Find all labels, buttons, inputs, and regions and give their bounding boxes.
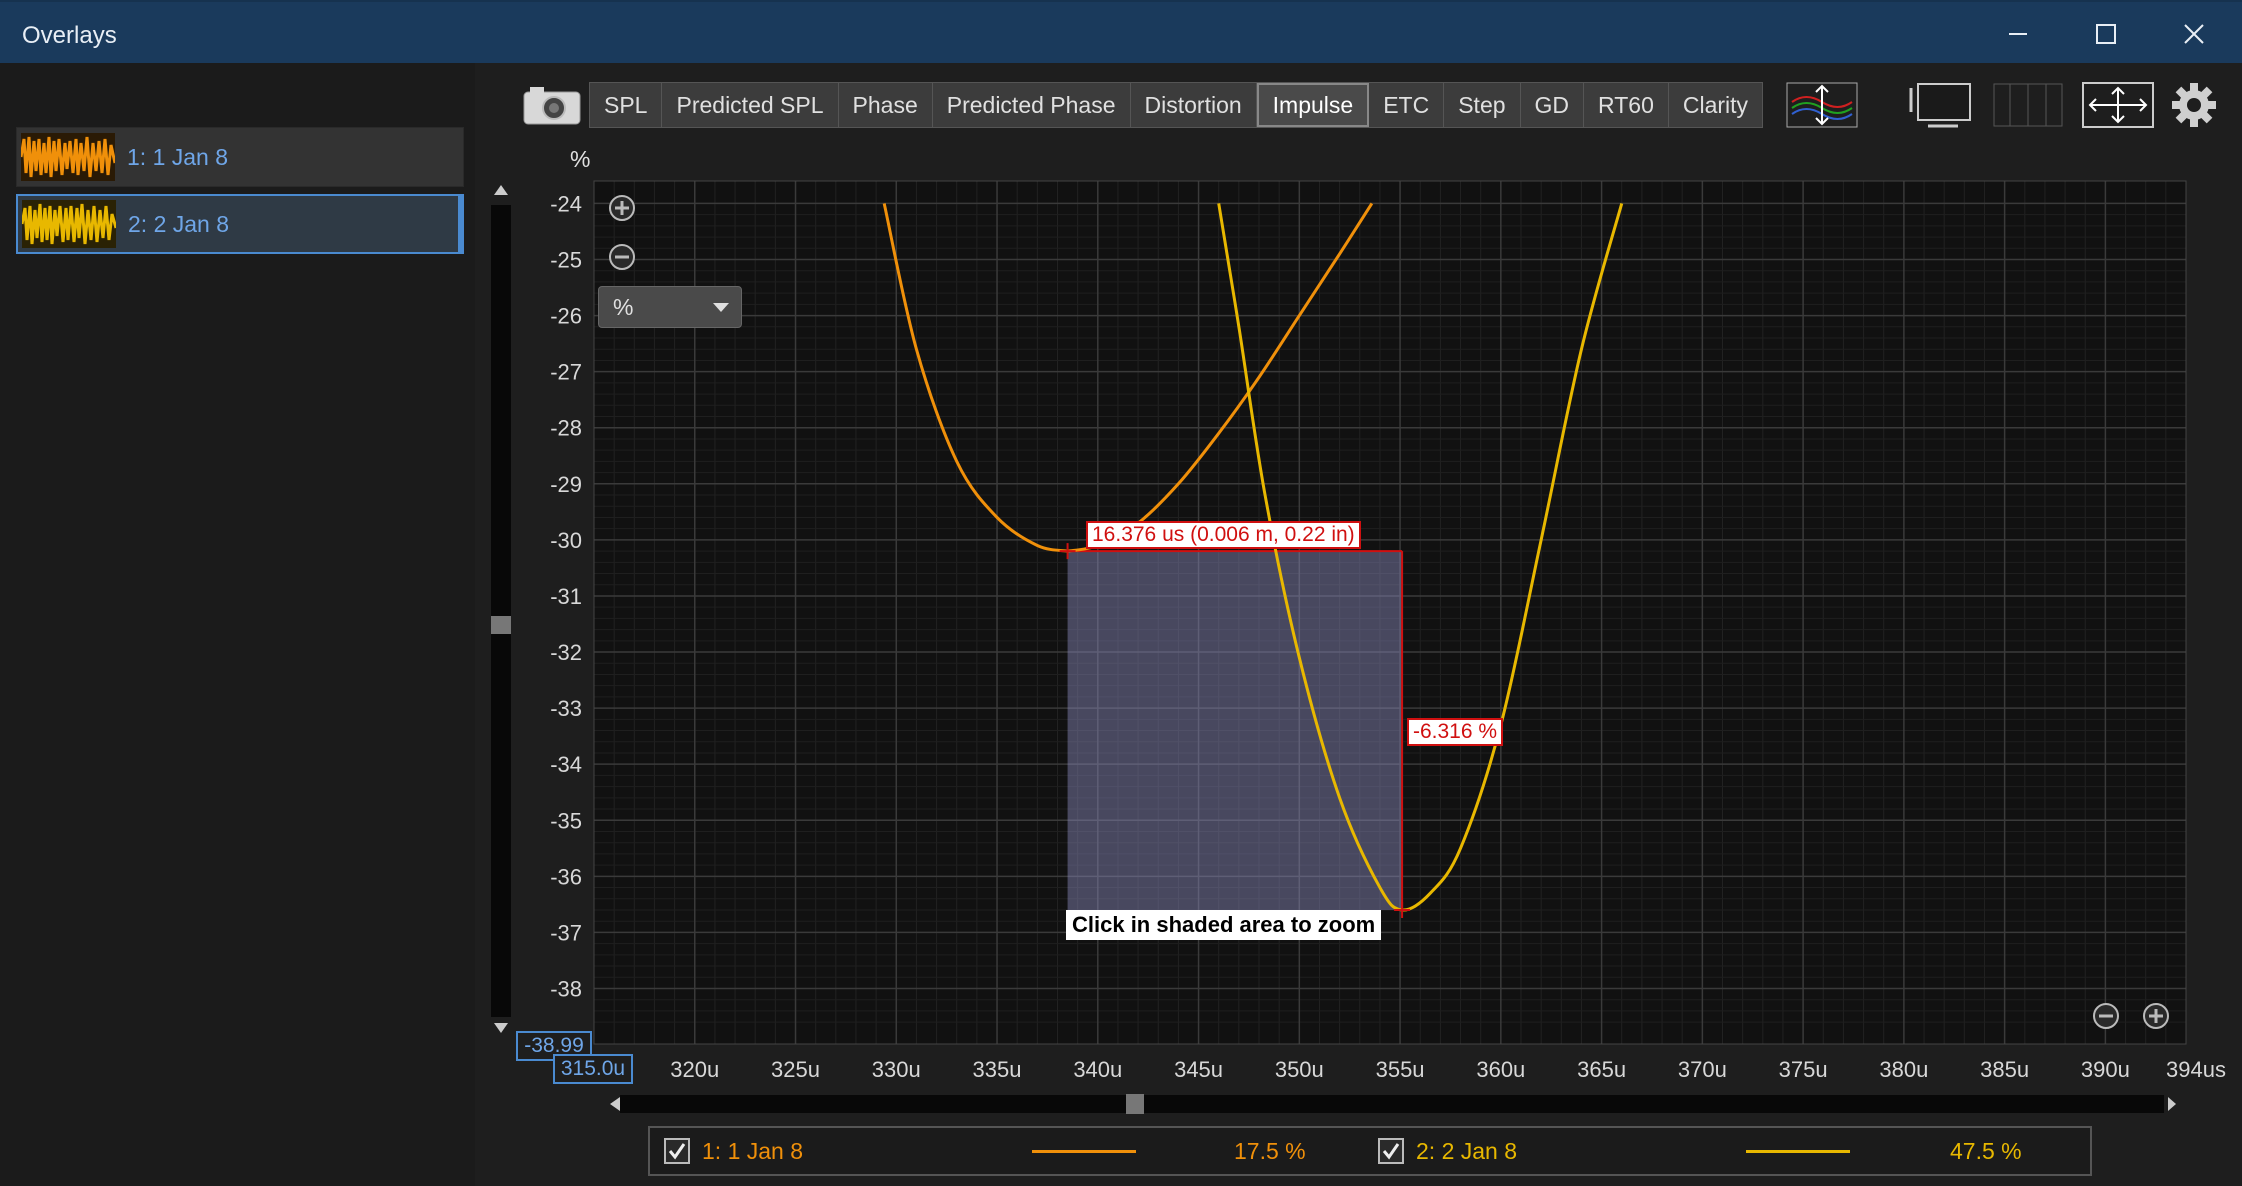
legend-value: 17.5 % (1234, 1137, 1306, 1164)
checkmark-icon (668, 1143, 686, 1160)
y-tick-label: -35 (550, 808, 582, 833)
legend-item-1: 1: 1 Jan 8 (664, 1128, 803, 1174)
x-tick-label: 375u (1779, 1057, 1828, 1082)
y-unit-dropdown[interactable]: % (598, 286, 742, 328)
x-tick-label: 385u (1980, 1057, 2029, 1082)
horizontal-scroll-thumb[interactable] (1126, 1094, 1144, 1114)
impulse-chart[interactable]: -24 -25 -26 -27 -28 -29 -30 -31 -32 -33 -34 -35 -36 -… (0, 0, 2242, 1186)
y-tick-label: -37 (550, 920, 582, 945)
marker-dy-readout: -6.316 % (1407, 718, 1504, 746)
horizontal-scrollbar[interactable] (598, 1092, 2188, 1116)
zoom-selection-area[interactable] (1067, 551, 1403, 910)
checkmark-icon (1382, 1143, 1400, 1160)
scroll-left-arrow-icon[interactable] (610, 1097, 620, 1111)
x-tick-label: 365u (1577, 1057, 1626, 1082)
chart-area: -24 -25 -26 -27 -28 -29 -30 -31 -32 -33 -34 -35 -36 -… (0, 0, 2242, 1186)
y-tick-label: -25 (550, 248, 582, 273)
legend-item-2: 2: 2 Jan 8 (1378, 1128, 1517, 1174)
y-tick-label: -29 (550, 472, 582, 497)
marker-dx-readout: 16.376 us (0.006 m, 0.22 in) (1086, 521, 1361, 549)
x-tick-label: 320u (670, 1057, 719, 1082)
legend-value: 47.5 % (1950, 1137, 2022, 1164)
legend-label: 2: 2 Jan 8 (1416, 1137, 1518, 1164)
zoom-in-vertical-icon[interactable] (607, 193, 637, 223)
x-tick-label: 390u (2081, 1057, 2130, 1082)
y-tick-label: -30 (550, 528, 582, 553)
legend-label: 1: 1 Jan 8 (702, 1137, 804, 1164)
y-tick-label: -28 (550, 416, 582, 441)
y-tick-label: -36 (550, 864, 582, 889)
zoom-out-horizontal-icon[interactable] (2091, 1001, 2121, 1031)
y-tick-label: -31 (550, 584, 582, 609)
x-tick-label: 350u (1275, 1057, 1324, 1082)
x-tick-label: 370u (1678, 1057, 1727, 1082)
scroll-right-arrow-icon[interactable] (2168, 1097, 2176, 1111)
x-end-label: 394us (2166, 1057, 2226, 1082)
y-tick-label: -27 (550, 360, 582, 385)
x-tick-label: 330u (872, 1057, 921, 1082)
zoom-out-vertical-icon[interactable] (607, 242, 637, 272)
legend: 1: 1 Jan 8 17.5 % 2: 2 Jan 8 47.5 % (648, 1126, 2092, 1176)
zoom-in-horizontal-icon[interactable] (2141, 1001, 2171, 1031)
y-tick-label: -38 (550, 976, 582, 1001)
x-start-readout[interactable]: 315.0u (553, 1054, 633, 1084)
y-tick-label: -32 (550, 640, 582, 665)
legend-swatch-2 (1746, 1150, 1850, 1153)
x-tick-label: 345u (1174, 1057, 1223, 1082)
legend-checkbox-2[interactable] (1378, 1138, 1404, 1164)
x-tick-label: 340u (1073, 1057, 1122, 1082)
x-tick-label: 355u (1376, 1057, 1425, 1082)
x-tick-label: 360u (1476, 1057, 1525, 1082)
y-tick-label: -34 (550, 752, 582, 777)
y-tick-label: -24 (550, 191, 582, 216)
legend-swatch-1 (1032, 1150, 1136, 1153)
y-tick-label: -33 (550, 696, 582, 721)
y-tick-label: -26 (550, 304, 582, 329)
x-tick-label: 325u (771, 1057, 820, 1082)
x-tick-label: 380u (1879, 1057, 1928, 1082)
legend-checkbox-1[interactable] (664, 1138, 690, 1164)
chevron-down-icon (713, 303, 729, 312)
zoom-hint: Click in shaded area to zoom (1066, 910, 1382, 940)
dropdown-value: % (613, 293, 634, 320)
x-tick-label: 335u (973, 1057, 1022, 1082)
